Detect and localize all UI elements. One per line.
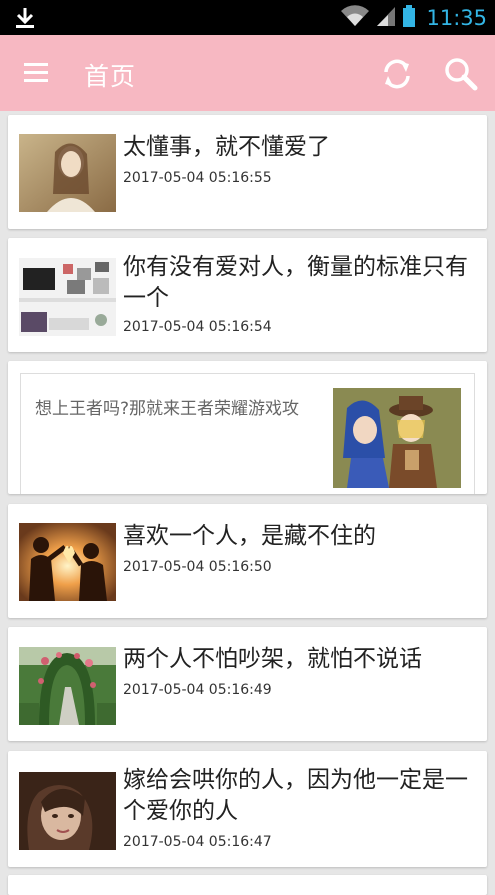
article-title: 太懂事，就不懂爱了: [123, 134, 330, 160]
article-time: 2017-05-04 05:16:50: [123, 559, 272, 575]
article-time: 2017-05-04 05:16:49: [123, 682, 272, 698]
article-card[interactable]: [8, 875, 487, 895]
refresh-icon[interactable]: [378, 55, 416, 93]
article-thumbnail: [19, 134, 116, 212]
article-card[interactable]: 喜欢一个人，是藏不住的 2017-05-04 05:16:50: [8, 504, 487, 618]
article-thumbnail: [19, 258, 116, 336]
article-card[interactable]: 嫁给会哄你的人，因为他一定是一个爱你的人 2017-05-04 05:16:47: [8, 751, 487, 867]
article-title: 两个人不怕吵架，就怕不说话: [123, 646, 422, 672]
article-time: 2017-05-04 05:16:54: [123, 319, 272, 335]
ad-title: 想上王者吗?那就来王者荣耀游戏攻: [35, 399, 300, 419]
article-thumbnail: [19, 523, 116, 601]
ad-frame: 想上王者吗?那就来王者荣耀游戏攻: [20, 373, 475, 494]
menu-icon[interactable]: [22, 59, 54, 87]
status-clock: 11:35: [426, 5, 487, 30]
battery-icon: [402, 4, 416, 32]
article-time: 2017-05-04 05:16:55: [123, 170, 272, 186]
article-time: 2017-05-04 05:16:47: [123, 834, 272, 850]
article-card[interactable]: 两个人不怕吵架，就怕不说话 2017-05-04 05:16:49: [8, 627, 487, 741]
page-title: 首页: [84, 62, 137, 91]
search-icon[interactable]: [442, 55, 480, 93]
article-card[interactable]: 太懂事，就不懂爱了 2017-05-04 05:16:55: [8, 115, 487, 229]
article-title: 嫁给会哄你的人，因为他一定是一个爱你的人: [123, 767, 468, 824]
article-thumbnail: [19, 647, 116, 725]
download-icon: [14, 6, 36, 34]
article-card[interactable]: 你有没有爱对人，衡量的标准只有一个 2017-05-04 05:16:54: [8, 238, 487, 352]
app-bar: 首页: [0, 35, 495, 111]
article-title: 你有没有爱对人，衡量的标准只有一个: [123, 254, 468, 311]
wifi-icon: [340, 4, 370, 31]
article-title: 喜欢一个人，是藏不住的: [123, 523, 376, 549]
status-bar: 11:35: [0, 0, 495, 35]
signal-icon: [376, 5, 396, 31]
ad-card[interactable]: 想上王者吗?那就来王者荣耀游戏攻: [8, 361, 487, 494]
ad-image: [333, 388, 461, 488]
article-thumbnail: [19, 772, 116, 850]
